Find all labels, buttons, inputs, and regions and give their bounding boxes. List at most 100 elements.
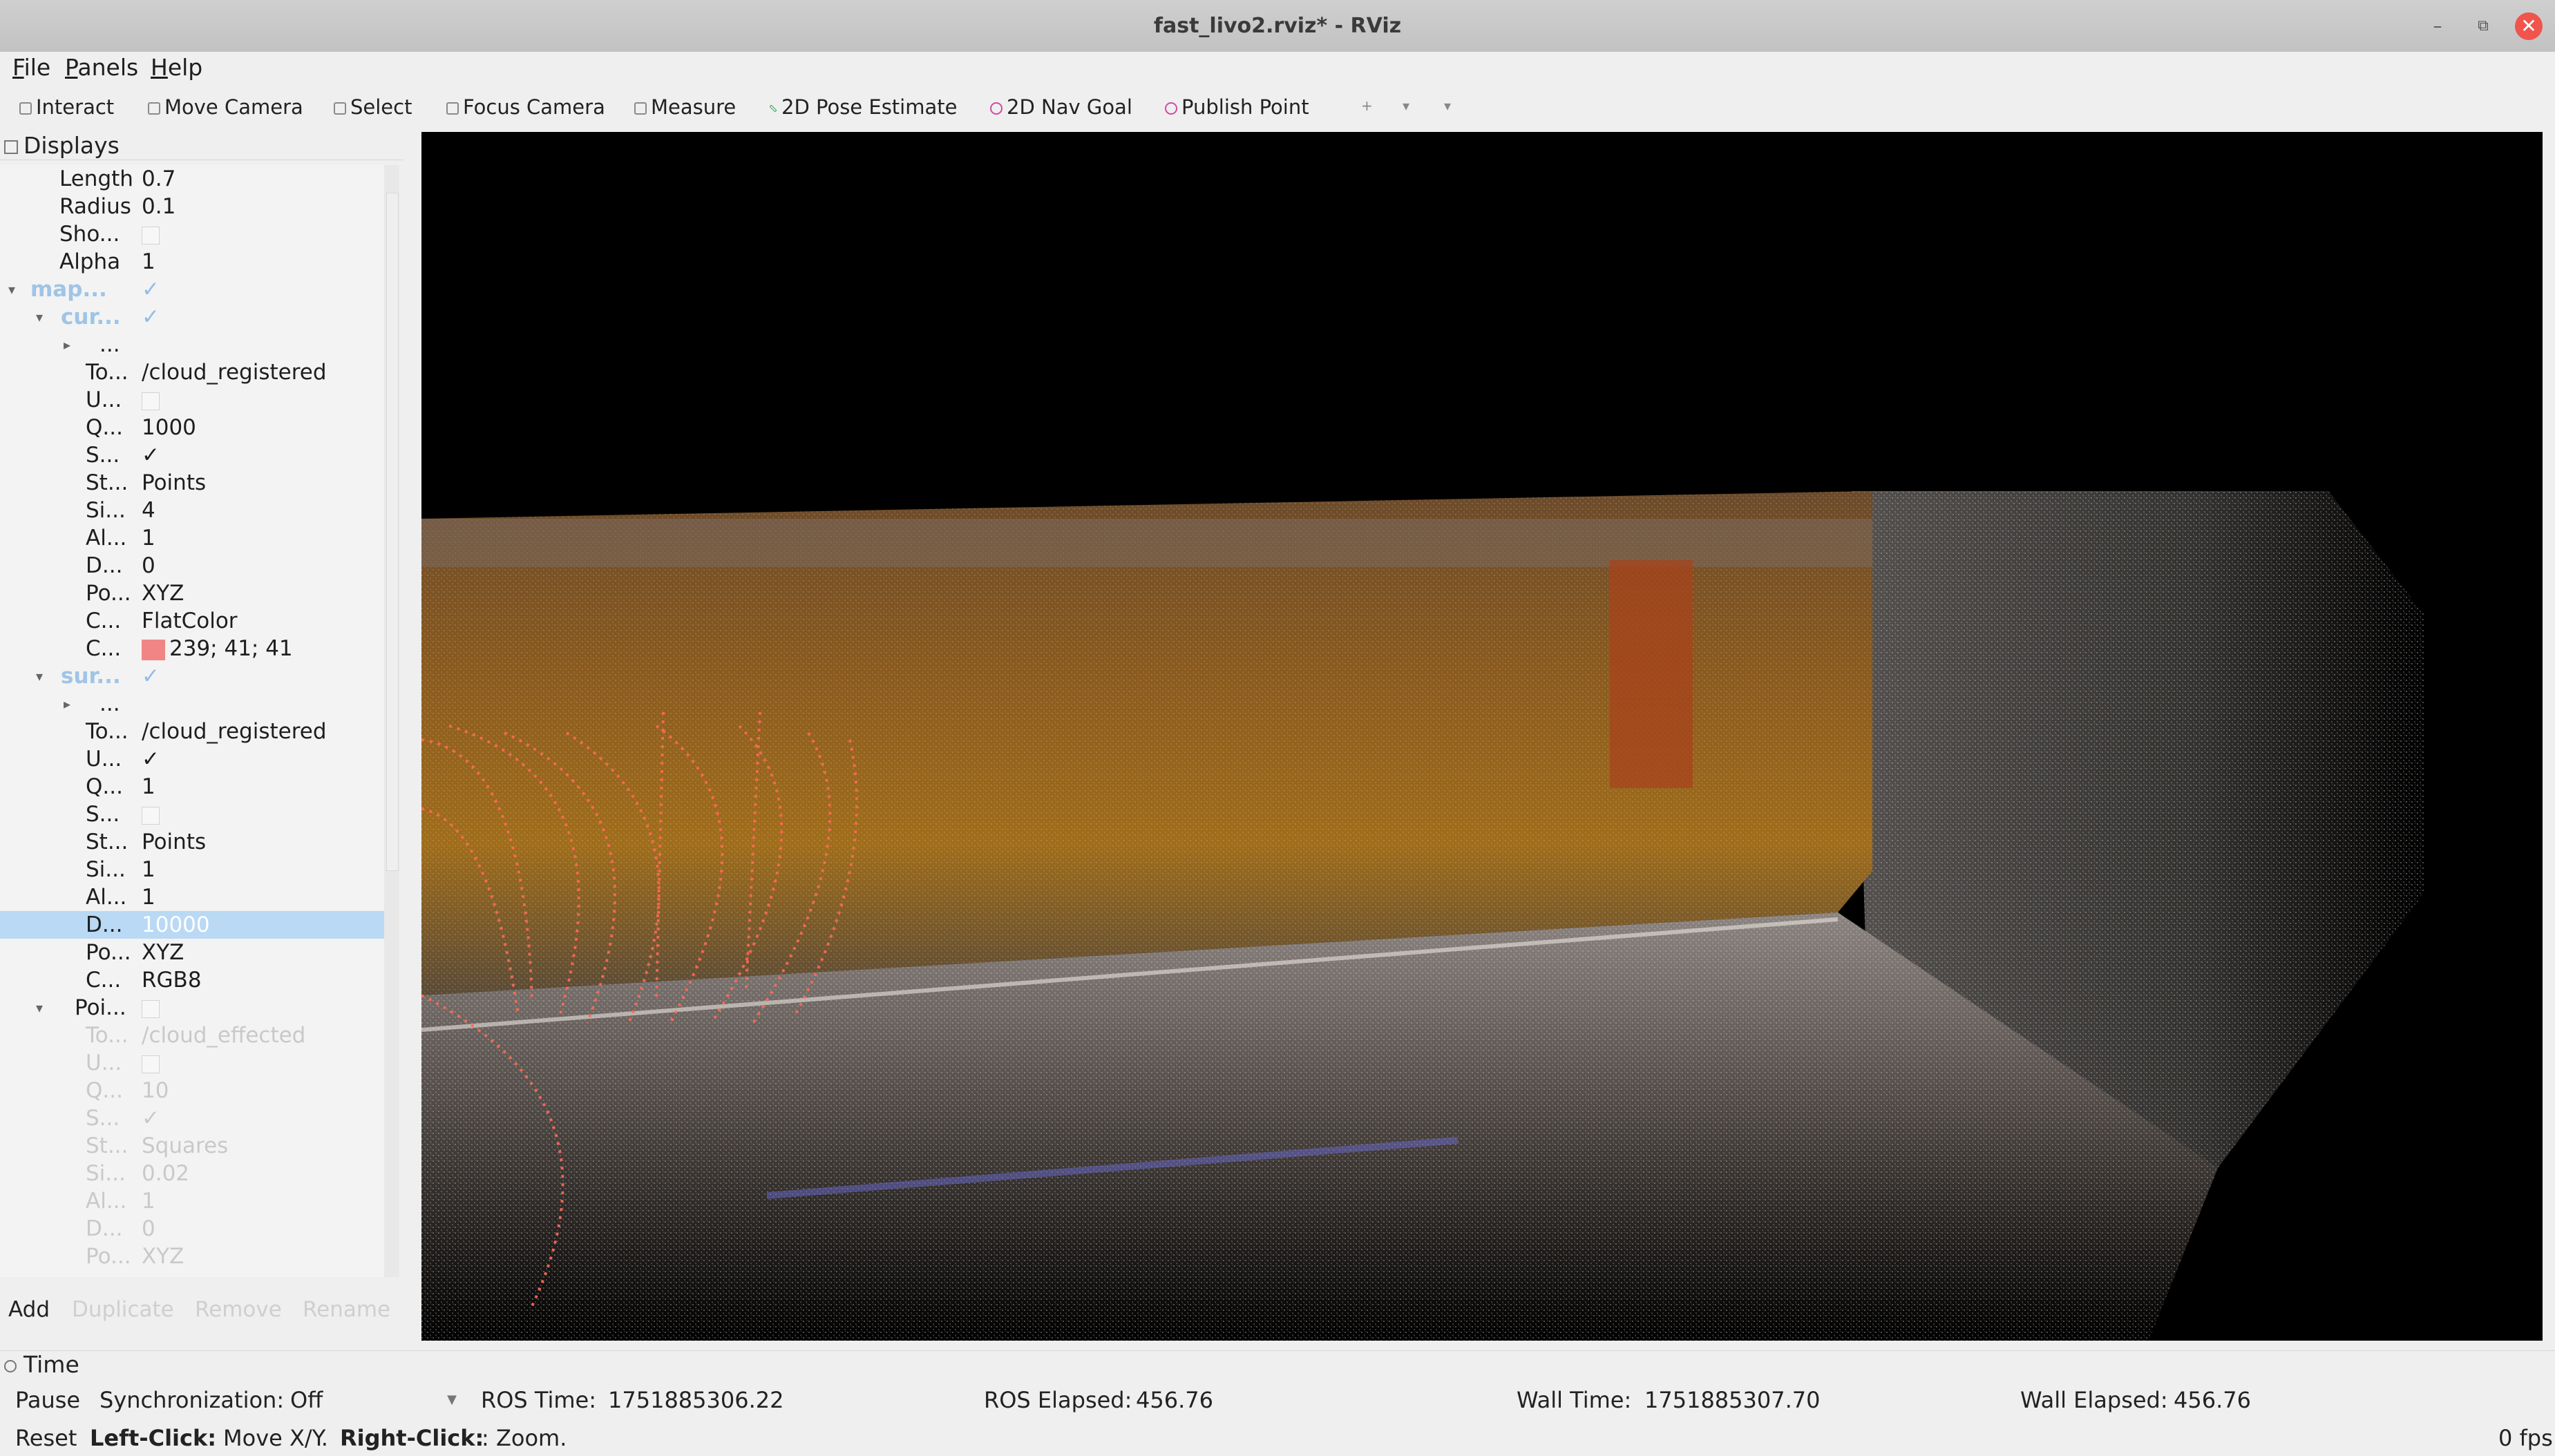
display-pointcloud[interactable]: ▾ Poi...: [0, 994, 384, 1022]
sync-select[interactable]: Off ▼: [290, 1386, 459, 1414]
display-surround-cloud[interactable]: ▾ sur... ✓: [0, 662, 384, 690]
expand-arrow-icon[interactable]: ▾: [36, 662, 43, 690]
display-enabled-checkbox[interactable]: [142, 999, 160, 1018]
prop-key: U...: [86, 1051, 122, 1075]
add-tool-plus-icon[interactable]: +: [1361, 97, 1373, 114]
expand-arrow-icon[interactable]: ▾: [8, 276, 15, 303]
prop-value[interactable]: FlatColor: [142, 607, 238, 635]
move-camera-tool[interactable]: Move Camera: [148, 84, 303, 131]
status-row[interactable]: ▸...: [0, 331, 384, 358]
prop-selectable[interactable]: S... ✓: [0, 441, 384, 469]
prop-value[interactable]: 0: [142, 552, 155, 579]
display-current-cloud[interactable]: ▾ cur... ✓: [0, 303, 384, 331]
publish-point-tool[interactable]: Publish Point: [1165, 84, 1309, 131]
menu-panels-label: anels: [77, 54, 139, 81]
displays-scrollbar[interactable]: [384, 165, 399, 1277]
prop-alpha[interactable]: Al... 1: [0, 524, 384, 552]
display-enabled-check[interactable]: ✓: [142, 662, 160, 690]
rename-display-button[interactable]: Rename: [303, 1292, 390, 1327]
menu-file[interactable]: File: [12, 52, 50, 84]
prop-style[interactable]: St... Points: [0, 828, 384, 856]
display-enabled-check[interactable]: ✓: [142, 276, 160, 303]
prop-value: /cloud_effected: [142, 1023, 306, 1048]
prop-alpha[interactable]: Alpha 1: [0, 248, 384, 276]
prop-checkbox[interactable]: [142, 226, 160, 245]
duplicate-display-button[interactable]: Duplicate: [72, 1292, 174, 1327]
prop-value[interactable]: 0.7: [142, 165, 175, 193]
prop-position-transformer[interactable]: Po... XYZ: [0, 579, 384, 607]
prop-topic[interactable]: To... /cloud_registered: [0, 718, 384, 745]
prop-check[interactable]: ✓: [142, 441, 160, 469]
prop-value[interactable]: 4: [142, 497, 155, 524]
prop-value[interactable]: 0.1: [142, 193, 175, 220]
prop-value[interactable]: Points: [142, 828, 206, 856]
prop-queue-size[interactable]: Q... 1000: [0, 414, 384, 441]
prop-style[interactable]: St... Points: [0, 469, 384, 497]
prop-position-transformer[interactable]: Po... XYZ: [0, 939, 384, 966]
remove-tool-minus-icon[interactable]: ▾: [1403, 97, 1409, 114]
tool-properties-icon[interactable]: ▾: [1444, 97, 1451, 114]
menu-help[interactable]: Help: [151, 52, 202, 84]
remove-display-button[interactable]: Remove: [195, 1292, 282, 1327]
prop-value[interactable]: XYZ: [142, 939, 184, 966]
focus-camera-tool[interactable]: Focus Camera: [446, 84, 605, 131]
display-group-map[interactable]: ▾ map... ✓: [0, 276, 384, 303]
render-viewport[interactable]: [421, 132, 2543, 1341]
prop-color[interactable]: C... 239; 41; 41: [0, 635, 384, 662]
interact-tool[interactable]: Interact: [19, 84, 114, 131]
prop-decay-time: D... 0: [0, 1215, 384, 1243]
prop-value[interactable]: XYZ: [142, 579, 184, 607]
status-row[interactable]: ▸...: [0, 690, 384, 718]
prop-unreliable[interactable]: U... ✓: [0, 745, 384, 773]
menu-panels[interactable]: Panels: [65, 52, 138, 84]
pause-button[interactable]: Pause: [15, 1385, 80, 1415]
select-tool[interactable]: Select: [334, 84, 412, 131]
color-swatch[interactable]: [142, 639, 165, 660]
add-display-button[interactable]: Add: [8, 1292, 50, 1327]
prop-show[interactable]: Sho...: [0, 220, 384, 248]
prop-value[interactable]: 1: [142, 524, 155, 552]
prop-value[interactable]: 239; 41; 41: [169, 636, 293, 661]
prop-size[interactable]: Si... 1: [0, 856, 384, 883]
prop-size[interactable]: Si... 4: [0, 497, 384, 524]
prop-value[interactable]: /cloud_registered: [142, 358, 327, 386]
prop-value[interactable]: 1: [142, 856, 155, 883]
prop-checkbox[interactable]: [142, 392, 160, 410]
prop-decay-time[interactable]: D... 0: [0, 552, 384, 579]
collapse-arrow-icon[interactable]: ▸: [64, 690, 70, 718]
pose-estimate-tool[interactable]: 2D Pose Estimate: [769, 84, 957, 131]
prop-key: Q...: [86, 774, 123, 799]
prop-value[interactable]: /cloud_registered: [142, 718, 327, 745]
prop-length[interactable]: Length 0.7: [0, 165, 384, 193]
prop-color-transformer[interactable]: C... FlatColor: [0, 607, 384, 635]
prop-queue-size[interactable]: Q... 1: [0, 773, 384, 801]
prop-check[interactable]: ✓: [142, 745, 160, 773]
close-button[interactable]: ✕: [2515, 12, 2543, 40]
prop-value[interactable]: 1: [142, 773, 155, 801]
prop-value[interactable]: Points: [142, 469, 206, 497]
nav-goal-tool[interactable]: 2D Nav Goal: [990, 84, 1132, 131]
expand-arrow-icon[interactable]: ▾: [36, 303, 43, 331]
collapse-arrow-icon[interactable]: ▸: [64, 331, 70, 358]
measure-tool[interactable]: Measure: [634, 84, 736, 131]
prop-color-transformer[interactable]: C... RGB8: [0, 966, 384, 994]
scrollbar-thumb[interactable]: [386, 193, 399, 871]
minimize-button[interactable]: –: [2424, 12, 2451, 40]
reset-button[interactable]: Reset: [15, 1423, 77, 1453]
displays-tree[interactable]: Length 0.7 Radius 0.1 Sho... Alpha 1 ▾ map..…: [0, 165, 384, 1277]
prop-unreliable[interactable]: U...: [0, 386, 384, 414]
prop-value[interactable]: 10000: [142, 911, 210, 939]
prop-value[interactable]: 1000: [142, 414, 196, 441]
prop-decay-time-selected[interactable]: D... 10000: [0, 911, 384, 939]
prop-value[interactable]: 1: [142, 248, 155, 276]
prop-value[interactable]: RGB8: [142, 966, 202, 994]
prop-value[interactable]: 1: [142, 883, 155, 911]
prop-radius[interactable]: Radius 0.1: [0, 193, 384, 220]
prop-topic[interactable]: To... /cloud_registered: [0, 358, 384, 386]
expand-arrow-icon[interactable]: ▾: [36, 994, 43, 1022]
prop-checkbox[interactable]: [142, 806, 160, 825]
maximize-button[interactable]: ⧉: [2469, 12, 2497, 40]
prop-selectable[interactable]: S...: [0, 801, 384, 828]
display-enabled-check[interactable]: ✓: [142, 303, 160, 331]
prop-alpha[interactable]: Al... 1: [0, 883, 384, 911]
